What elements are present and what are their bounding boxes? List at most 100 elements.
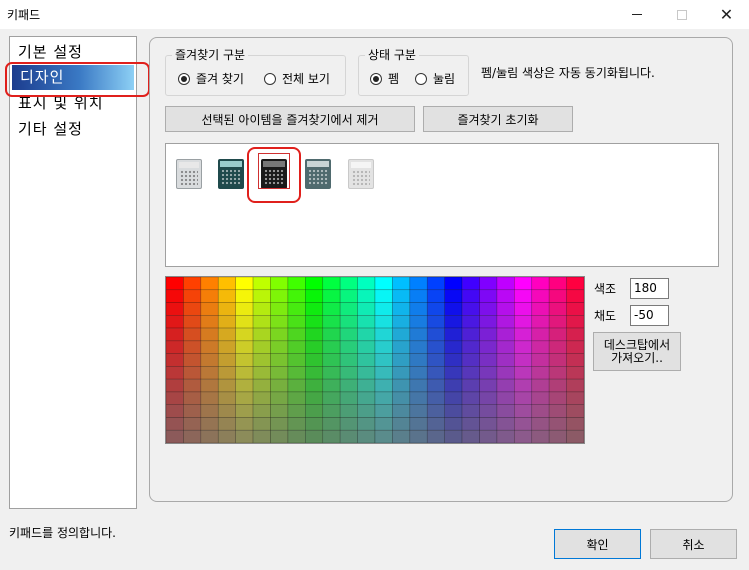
palette-swatch[interactable] bbox=[548, 378, 567, 393]
keypad-style-pale-gray[interactable] bbox=[348, 159, 374, 189]
palette-swatch[interactable] bbox=[252, 391, 271, 405]
palette-swatch[interactable] bbox=[322, 277, 341, 291]
palette-swatch[interactable] bbox=[322, 353, 341, 367]
palette-swatch[interactable] bbox=[270, 327, 289, 342]
palette-swatch[interactable] bbox=[548, 417, 567, 431]
palette-swatch[interactable] bbox=[339, 302, 358, 316]
palette-swatch[interactable] bbox=[426, 353, 445, 367]
palette-swatch[interactable] bbox=[566, 289, 584, 303]
palette-swatch[interactable] bbox=[479, 378, 498, 393]
palette-swatch[interactable] bbox=[461, 391, 480, 405]
palette-swatch[interactable] bbox=[566, 302, 584, 316]
palette-swatch[interactable] bbox=[444, 366, 463, 380]
palette-swatch[interactable] bbox=[426, 340, 445, 354]
palette-swatch[interactable] bbox=[235, 289, 254, 303]
palette-swatch[interactable] bbox=[426, 378, 445, 393]
palette-swatch[interactable] bbox=[496, 340, 515, 354]
palette-swatch[interactable] bbox=[444, 404, 463, 418]
palette-swatch[interactable] bbox=[409, 391, 428, 405]
palette-swatch[interactable] bbox=[426, 327, 445, 342]
palette-swatch[interactable] bbox=[357, 315, 376, 329]
palette-swatch[interactable] bbox=[461, 277, 480, 291]
palette-swatch[interactable] bbox=[479, 302, 498, 316]
palette-swatch[interactable] bbox=[305, 315, 324, 329]
palette-swatch[interactable] bbox=[200, 353, 219, 367]
palette-swatch[interactable] bbox=[531, 429, 550, 443]
palette-swatch[interactable] bbox=[531, 327, 550, 342]
palette-swatch[interactable] bbox=[217, 327, 236, 342]
palette-swatch[interactable] bbox=[461, 366, 480, 380]
palette-swatch[interactable] bbox=[183, 429, 202, 443]
palette-swatch[interactable] bbox=[305, 289, 324, 303]
hue-input[interactable]: 180 bbox=[630, 278, 669, 299]
palette-swatch[interactable] bbox=[461, 302, 480, 316]
palette-swatch[interactable] bbox=[531, 391, 550, 405]
palette-swatch[interactable] bbox=[426, 277, 445, 291]
remove-favorite-button[interactable]: 선택된 아이템을 즐겨찾기에서 제거 bbox=[165, 106, 415, 132]
palette-swatch[interactable] bbox=[357, 327, 376, 342]
palette-swatch[interactable] bbox=[514, 277, 533, 291]
palette-swatch[interactable] bbox=[339, 315, 358, 329]
palette-swatch[interactable] bbox=[305, 366, 324, 380]
palette-swatch[interactable] bbox=[305, 302, 324, 316]
keypad-style-dark-teal[interactable] bbox=[218, 159, 244, 189]
palette-swatch[interactable] bbox=[322, 327, 341, 342]
palette-swatch[interactable] bbox=[426, 417, 445, 431]
palette-swatch[interactable] bbox=[166, 340, 184, 354]
palette-swatch[interactable] bbox=[183, 391, 202, 405]
palette-swatch[interactable] bbox=[357, 277, 376, 291]
palette-swatch[interactable] bbox=[235, 353, 254, 367]
palette-swatch[interactable] bbox=[496, 302, 515, 316]
palette-swatch[interactable] bbox=[392, 366, 411, 380]
palette-swatch[interactable] bbox=[287, 404, 306, 418]
palette-swatch[interactable] bbox=[183, 366, 202, 380]
palette-swatch[interactable] bbox=[461, 289, 480, 303]
palette-swatch[interactable] bbox=[409, 315, 428, 329]
palette-swatch[interactable] bbox=[322, 289, 341, 303]
palette-swatch[interactable] bbox=[531, 378, 550, 393]
palette-swatch[interactable] bbox=[374, 417, 393, 431]
palette-swatch[interactable] bbox=[305, 391, 324, 405]
palette-swatch[interactable] bbox=[392, 378, 411, 393]
sidebar-item-display-position[interactable]: 표시 및 위치 bbox=[10, 91, 136, 116]
palette-swatch[interactable] bbox=[409, 327, 428, 342]
sidebar-item-other-settings[interactable]: 기타 설정 bbox=[10, 117, 136, 142]
palette-swatch[interactable] bbox=[235, 429, 254, 443]
palette-swatch[interactable] bbox=[357, 340, 376, 354]
palette-swatch[interactable] bbox=[514, 327, 533, 342]
palette-swatch[interactable] bbox=[496, 277, 515, 291]
palette-swatch[interactable] bbox=[514, 353, 533, 367]
palette-swatch[interactable] bbox=[235, 277, 254, 291]
palette-swatch[interactable] bbox=[566, 429, 584, 443]
palette-swatch[interactable] bbox=[270, 378, 289, 393]
palette-swatch[interactable] bbox=[426, 315, 445, 329]
palette-swatch[interactable] bbox=[514, 391, 533, 405]
palette-swatch[interactable] bbox=[252, 378, 271, 393]
palette-swatch[interactable] bbox=[252, 404, 271, 418]
palette-swatch[interactable] bbox=[339, 417, 358, 431]
palette-swatch[interactable] bbox=[548, 391, 567, 405]
palette-swatch[interactable] bbox=[339, 353, 358, 367]
palette-swatch[interactable] bbox=[409, 366, 428, 380]
palette-swatch[interactable] bbox=[531, 340, 550, 354]
palette-swatch[interactable] bbox=[374, 353, 393, 367]
palette-swatch[interactable] bbox=[270, 417, 289, 431]
palette-swatch[interactable] bbox=[444, 391, 463, 405]
palette-swatch[interactable] bbox=[566, 366, 584, 380]
palette-swatch[interactable] bbox=[496, 404, 515, 418]
palette-swatch[interactable] bbox=[166, 429, 184, 443]
keypad-style-light-gray[interactable] bbox=[176, 159, 202, 189]
import-from-desktop-button[interactable]: 데스크탑에서 가져오기.. bbox=[593, 332, 681, 371]
palette-swatch[interactable] bbox=[531, 353, 550, 367]
palette-swatch[interactable] bbox=[461, 417, 480, 431]
palette-swatch[interactable] bbox=[461, 315, 480, 329]
palette-swatch[interactable] bbox=[200, 378, 219, 393]
palette-swatch[interactable] bbox=[339, 277, 358, 291]
palette-swatch[interactable] bbox=[252, 417, 271, 431]
palette-swatch[interactable] bbox=[531, 277, 550, 291]
palette-swatch[interactable] bbox=[252, 340, 271, 354]
palette-swatch[interactable] bbox=[287, 289, 306, 303]
palette-swatch[interactable] bbox=[444, 315, 463, 329]
palette-swatch[interactable] bbox=[531, 302, 550, 316]
palette-swatch[interactable] bbox=[479, 429, 498, 443]
